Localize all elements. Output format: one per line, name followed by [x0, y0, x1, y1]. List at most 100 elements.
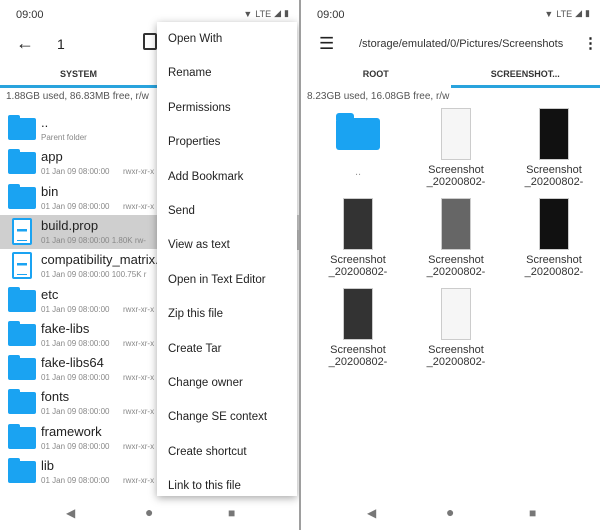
signal-icon: ◢ [274, 8, 282, 18]
menu-item[interactable]: Create shortcut [157, 435, 297, 469]
back-arrow-icon[interactable]: ← [16, 33, 34, 54]
status-time: 09:00 [317, 9, 345, 21]
item-name-line2: _20200802- [524, 266, 584, 278]
file-permissions: rwxr-xr-x [123, 167, 155, 177]
file-name: fake-libs64 [41, 355, 104, 371]
file-name: .. [41, 115, 49, 130]
thumbnail-image [343, 288, 373, 340]
file-name: app [41, 149, 63, 165]
navigation-bar: ◀ ● ■ [301, 494, 600, 530]
nav-home-icon[interactable]: ● [145, 504, 153, 520]
battery-icon: ▮ [585, 8, 590, 18]
menu-item[interactable]: Create Tar [157, 332, 297, 366]
nav-back-icon[interactable]: ◀ [367, 506, 376, 520]
item-name-line2: _20200802- [328, 356, 388, 368]
folder-icon [8, 355, 36, 381]
menu-item[interactable]: Permissions [157, 91, 297, 125]
storage-info: 8.23GB used, 16.08GB free, r/w [307, 91, 450, 102]
item-name-line1: Screenshot [428, 164, 484, 176]
nav-back-icon[interactable]: ◀ [66, 506, 75, 520]
item-name-line1: Screenshot [428, 344, 484, 356]
tab-bar: SYSTEM [0, 60, 157, 88]
screenshot-item[interactable]: Screenshot _20200802- [407, 198, 505, 278]
wifi-icon: ▼ [544, 8, 554, 19]
screenshot-item[interactable]: Screenshot _20200802- [309, 198, 407, 278]
folder-icon [8, 458, 36, 483]
folder-icon [8, 320, 36, 346]
file-permissions: rwxr-xr-x [123, 373, 155, 383]
screenshot-item[interactable]: Screenshot _20200802- [309, 288, 407, 368]
screenshot-item[interactable]: Screenshot _20200802- [407, 288, 505, 368]
menu-item[interactable]: Add Bookmark [157, 160, 297, 194]
folder-icon [8, 149, 36, 175]
folder-icon [8, 115, 36, 140]
file-name: lib [41, 458, 55, 473]
menu-item[interactable]: Change SE context [157, 400, 297, 434]
overflow-menu-icon[interactable]: ⋮ [583, 34, 598, 52]
file-permissions: rwxr-xr-x [123, 407, 155, 417]
item-name-line2: _20200802- [426, 176, 486, 188]
menu-item[interactable]: Open With [157, 22, 297, 56]
menu-item[interactable]: Open in Text Editor [157, 263, 297, 297]
selection-count: 1 [57, 36, 65, 52]
navigation-bar: ◀ ● ■ [0, 494, 299, 530]
menu-item[interactable]: Zip this file [157, 297, 297, 331]
file-name: compatibility_matrix. [41, 252, 159, 268]
folder-icon [8, 183, 36, 209]
file-meta: 01 Jan 09 08:00:00 [41, 373, 110, 383]
tab-system[interactable]: SYSTEM [0, 60, 157, 88]
thumbnail-image [441, 108, 471, 160]
signal-icon: ◢ [575, 8, 583, 18]
nav-recents-icon[interactable]: ■ [228, 506, 235, 520]
file-permissions: rwxr-xr-x [123, 304, 155, 314]
file-permissions: rwxr-xr-x [123, 338, 155, 348]
current-path[interactable]: /storage/emulated/0/Pictures/Screenshots [359, 38, 563, 50]
nav-home-icon[interactable]: ● [446, 504, 454, 520]
menu-item[interactable]: Link to this file [157, 469, 297, 496]
file-name: framework [41, 423, 102, 439]
file-meta: 01 Jan 09 08:00:00 [41, 476, 110, 485]
copy-icon[interactable] [143, 33, 157, 50]
file-meta: 01 Jan 09 08:00:00 [41, 201, 110, 211]
file-name: fonts [41, 389, 70, 405]
file-permissions: rwxr-xr-x [123, 476, 155, 485]
file-meta: 01 Jan 09 08:00:00 [41, 167, 110, 177]
item-name-line1: Screenshot [526, 254, 582, 266]
tab-screenshots[interactable]: SCREENSHOT... [450, 60, 600, 88]
item-name-line2: _20200802- [426, 356, 486, 368]
item-name-line2: _20200802- [524, 176, 584, 188]
status-bar: 09:00 ▼ LTE ◢ ▮ [301, 0, 600, 28]
parent-folder-item[interactable]: .. [309, 108, 407, 178]
file-meta: 01 Jan 09 08:00:00 [41, 304, 110, 314]
file-name: build.prop [41, 217, 99, 233]
status-time: 09:00 [16, 9, 44, 21]
menu-item[interactable]: Properties [157, 125, 297, 159]
menu-item[interactable]: Send [157, 194, 297, 228]
file-name: bin [41, 183, 59, 199]
file-name: fake-libs [41, 320, 90, 336]
menu-item[interactable]: Change owner [157, 366, 297, 400]
tab-bar: ROOT SCREENSHOT... [301, 60, 600, 88]
storage-info: 1.88GB used, 86.83MB free, r/w [6, 91, 149, 102]
thumbnail-image [539, 108, 569, 160]
menu-item[interactable]: View as text [157, 228, 297, 262]
left-pane: 09:00 ▼ LTE ◢ ▮ ← 1 SYSTEM 1.88GB used, 86.… [0, 0, 299, 530]
menu-item[interactable]: Rename [157, 56, 297, 90]
folder-icon [8, 423, 36, 449]
screenshot-item[interactable]: Screenshot _20200802- [407, 108, 505, 188]
file-meta: 01 Jan 09 08:00:00 [41, 338, 110, 348]
right-pane: 09:00 ▼ LTE ◢ ▮ ☰ /storage/emulated/0/Pictu… [301, 0, 600, 530]
network-label: LTE [255, 8, 272, 19]
screenshot-item[interactable]: Screenshot _20200802- [505, 108, 600, 188]
nav-recents-icon[interactable]: ■ [529, 506, 536, 520]
item-name-line1: Screenshot [330, 344, 386, 356]
hamburger-menu-icon[interactable]: ☰ [319, 34, 334, 54]
file-meta: 01 Jan 09 08:00:00 [41, 407, 110, 417]
screenshot-item[interactable]: Screenshot _20200802- [505, 198, 600, 278]
folder-icon [8, 286, 36, 312]
context-menu: Open With Rename Permissions Properties Add … [157, 22, 297, 496]
file-icon [12, 252, 32, 280]
tab-root[interactable]: ROOT [301, 60, 451, 88]
toolbar: ☰ /storage/emulated/0/Pictures/Screensho… [301, 28, 600, 60]
item-name-line2: _20200802- [328, 266, 388, 278]
